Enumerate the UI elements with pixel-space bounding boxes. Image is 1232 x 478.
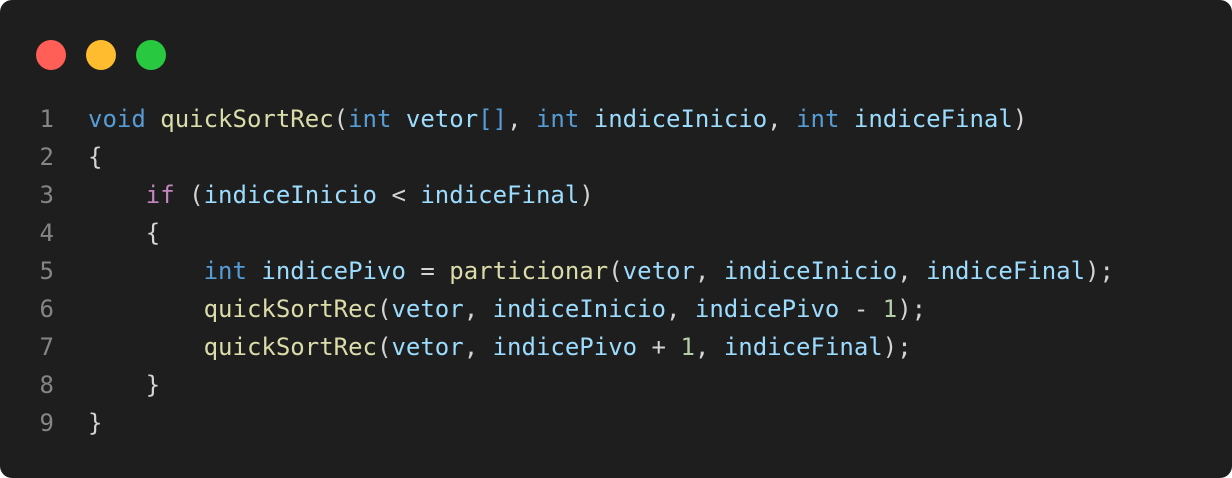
code-token: quickSortRec [203,295,377,323]
line-code: quickSortRec(vetor, indicePivo + 1, indi… [88,328,912,366]
code-token: vetor [391,333,464,361]
code-line: 1 void quickSortRec(int vetor[], int indi… [0,100,1114,138]
line-number: 1 [39,105,54,133]
line-number: 3 [39,181,54,209]
code-token: ( [608,257,623,285]
code-token: int [348,105,392,133]
line-code: quickSortRec(vetor, indiceInicio, indice… [88,290,927,328]
code-token: int [203,257,247,285]
code-token: vetor [391,295,464,323]
code-token: indicePivo [694,295,840,323]
code-token: indicePivo [261,257,406,285]
code-token: } [145,371,161,399]
window-controls [36,40,166,70]
code-token: if [145,181,175,209]
line-code: } [88,366,160,404]
code-line: 6 quickSortRec(vetor, indiceInicio, indi… [0,290,1114,328]
code-token: + [637,333,681,361]
code-token: } [88,409,103,437]
line-number: 4 [39,219,54,247]
code-token: ) [579,181,594,209]
code-token: ( [333,105,349,133]
code-token: , [507,105,536,133]
line-code: } [88,404,102,442]
code-token: indicePivo [492,333,638,361]
code-line: 3 if (indiceInicio < indiceFinal) [0,176,1114,214]
code-token: ( [376,295,392,323]
code-token: indiceInicio [492,295,666,323]
code-token: { [145,219,161,247]
line-code: { [88,214,160,252]
code-token: indiceInicio [723,257,898,285]
line-number: 2 [39,143,54,171]
code-token: void [88,105,146,133]
code-token: 1 [680,333,695,361]
code-token: ); [882,333,912,361]
code-token: { [88,143,103,171]
code-token: , [694,333,724,361]
code-token: ) [1012,105,1028,133]
close-button-icon[interactable] [36,40,66,70]
code-token: int [535,105,580,133]
code-line: 2{ [0,138,1114,176]
code-token: [] [478,105,508,133]
code-token: , [665,295,695,323]
minimize-button-icon[interactable] [86,40,116,70]
code-token: int [796,105,840,133]
code-token: ( [174,181,204,209]
code-token: , [463,333,493,361]
code-token: ( [376,333,392,361]
line-code: void quickSortRec(int vetor[], int indic… [88,100,1027,138]
line-number: 8 [39,371,54,399]
code-line: 4 { [0,214,1114,252]
code-token: , [767,105,797,133]
code-token: indiceFinal [420,181,580,209]
code-token: indiceFinal [853,105,1013,133]
code-block: 1 void quickSortRec(int vetor[], int indi… [0,100,1114,442]
code-token: ); [1085,257,1114,285]
code-token: , [463,295,493,323]
code-token: ); [897,295,927,323]
code-token: indiceInicio [203,181,377,209]
line-number: 5 [39,257,54,285]
code-token: indiceInicio [593,105,768,133]
code-line: 7 quickSortRec(vetor, indicePivo + 1, in… [0,328,1114,366]
line-code: int indicePivo = particionar(vetor, indi… [88,252,1114,290]
maximize-button-icon[interactable] [136,40,166,70]
code-token: vetor [405,105,479,133]
code-token: , [694,257,724,285]
code-token: quickSortRec [160,105,334,133]
code-line: 5 int indicePivo = particionar(vetor, in… [0,252,1114,290]
code-window: 1 void quickSortRec(int vetor[], int indi… [0,0,1232,478]
code-token: indiceFinal [723,333,883,361]
code-token: particionar [449,257,609,285]
code-token: - [839,295,883,323]
line-number: 6 [39,295,54,323]
line-number: 7 [39,333,54,361]
code-line: 9} [0,404,1114,442]
code-token: quickSortRec [203,333,377,361]
code-token: = [405,257,450,285]
line-code: if (indiceInicio < indiceFinal) [88,176,594,214]
line-code: { [88,138,102,176]
code-token: indiceFinal [926,257,1086,285]
code-token: 1 [882,295,898,323]
line-number: 9 [39,409,54,437]
code-line: 8 } [0,366,1114,404]
code-token: , [897,257,927,285]
code-token: vetor [622,257,695,285]
code-token: < [377,181,421,209]
